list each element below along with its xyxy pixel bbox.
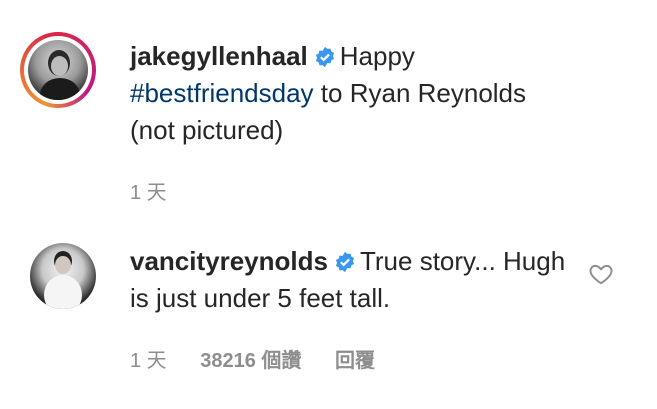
- comment-text-start: Happy: [339, 41, 415, 71]
- verified-badge-icon: [335, 251, 355, 273]
- like-count[interactable]: 38216 個讚: [200, 350, 301, 372]
- comment-meta: 1 天: [130, 176, 195, 205]
- username-link[interactable]: vancityreynolds: [130, 246, 328, 276]
- verified-badge-icon: [315, 46, 334, 68]
- timestamp[interactable]: 1 天: [130, 182, 167, 204]
- reply-button[interactable]: 回覆: [335, 350, 375, 372]
- hashtag-link[interactable]: #bestfriendsday: [130, 78, 314, 108]
- heart-icon[interactable]: [588, 261, 614, 287]
- timestamp[interactable]: 1 天: [130, 350, 167, 372]
- comment-body: vancityreynolds True story... Hugh is jus…: [130, 243, 570, 317]
- comment-body: jakegyllenhaal Happy #bestfriendsday to R…: [130, 38, 570, 149]
- comment-meta: 1 天 38216 個讚 回覆: [130, 344, 403, 373]
- story-avatar-jakegyllenhaal[interactable]: [20, 32, 96, 108]
- avatar-vancityreynolds[interactable]: [30, 243, 96, 309]
- username-link[interactable]: jakegyllenhaal: [130, 41, 308, 71]
- avatar-photo: [28, 40, 88, 100]
